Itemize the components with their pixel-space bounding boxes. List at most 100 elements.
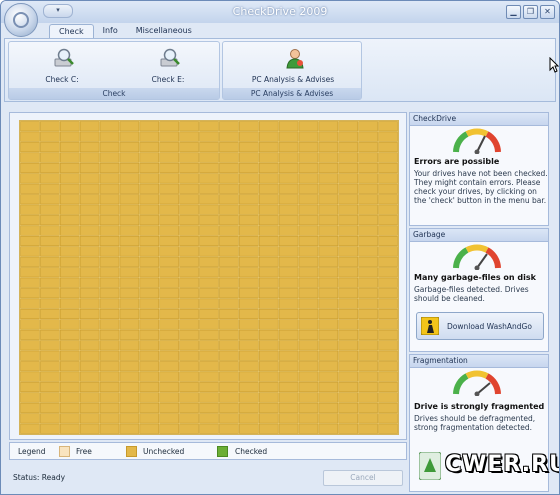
drive-block <box>318 288 339 299</box>
drive-block <box>179 162 199 173</box>
cancel-button[interactable]: Cancel <box>323 470 403 486</box>
drive-block <box>358 340 378 351</box>
drive-block <box>258 236 279 246</box>
drive-block <box>258 298 279 309</box>
drive-block <box>239 350 259 361</box>
drive-block <box>318 423 339 434</box>
restore-button[interactable]: ❐ <box>523 5 538 19</box>
drive-block <box>119 246 140 257</box>
legend-checked-swatch <box>217 446 228 457</box>
drive-block <box>318 298 339 309</box>
pc-analysis-button[interactable]: PC Analysis & Advises <box>248 45 338 89</box>
close-button[interactable]: ✕ <box>540 5 555 19</box>
drive-block <box>60 298 80 309</box>
drive-block <box>119 371 140 382</box>
drive-block <box>278 194 299 205</box>
drive-block <box>199 423 219 434</box>
drive-block <box>159 142 179 153</box>
drive-block <box>60 267 80 278</box>
drive-block <box>20 131 40 142</box>
drive-block <box>179 215 199 226</box>
drive-block <box>219 162 239 173</box>
drive-block <box>79 267 100 278</box>
drive-block <box>239 121 259 132</box>
tab-info[interactable]: Info <box>94 24 127 38</box>
fragmentation-text: Drives should be defragmented, strong fr… <box>414 414 536 432</box>
drive-block <box>338 173 358 184</box>
tab-check[interactable]: Check <box>49 24 94 39</box>
drive-block <box>239 392 259 403</box>
drive-block <box>258 350 279 361</box>
minimize-button[interactable]: ▁ <box>506 5 521 19</box>
drive-block <box>20 423 40 434</box>
drive-block <box>179 319 199 330</box>
drive-block <box>20 350 40 361</box>
ribbon-tabs: Check Info Miscellaneous <box>49 24 201 39</box>
check-e-label: Check E: <box>151 75 185 84</box>
drive-block <box>298 173 319 184</box>
drive-block <box>298 183 319 194</box>
drive-block <box>119 413 140 424</box>
drive-block <box>358 329 378 340</box>
drive-block <box>318 131 339 142</box>
drive-block <box>119 392 140 403</box>
application-menu-button[interactable] <box>4 3 38 37</box>
drive-block <box>179 183 199 194</box>
drive-block <box>119 194 140 205</box>
drive-block <box>40 215 60 226</box>
drive-block <box>298 309 319 319</box>
drive-block <box>258 121 279 132</box>
drive-block <box>278 236 299 246</box>
drive-block <box>60 382 80 393</box>
drive-block <box>358 382 378 393</box>
group-pc-analysis: PC Analysis & Advises PC Analysis & Advi… <box>222 41 362 100</box>
drive-block <box>79 371 100 382</box>
drive-block <box>318 319 339 330</box>
drive-block <box>258 173 279 184</box>
drive-block <box>239 309 259 319</box>
drive-block <box>199 298 219 309</box>
drive-block <box>278 142 299 153</box>
download-washandgo-button[interactable]: Download WashAndGo <box>416 312 544 340</box>
drive-block <box>20 319 40 330</box>
drive-block <box>79 392 100 403</box>
checkdrive-section: CheckDrive Errors are possible Your driv… <box>409 112 549 226</box>
drive-block <box>119 309 140 319</box>
drive-block <box>40 256 60 267</box>
drive-block <box>60 225 80 236</box>
drive-block <box>199 215 219 226</box>
tab-miscellaneous[interactable]: Miscellaneous <box>127 24 201 38</box>
drive-block <box>278 225 299 236</box>
drive-block <box>60 350 80 361</box>
drive-block <box>119 340 140 351</box>
drive-block <box>179 340 199 351</box>
drive-block <box>358 173 378 184</box>
check-e-button[interactable]: Check E: <box>123 45 213 89</box>
drive-block <box>199 371 219 382</box>
drive-block <box>378 361 398 372</box>
drive-block <box>378 309 398 319</box>
drive-block <box>159 225 179 236</box>
drive-block <box>378 225 398 236</box>
drive-block <box>60 236 80 246</box>
drive-block <box>99 121 120 132</box>
drive-block <box>378 350 398 361</box>
group-pc-analysis-label: PC Analysis & Advises <box>223 88 361 99</box>
drive-block <box>358 246 378 257</box>
drive-block <box>60 215 80 226</box>
drive-block <box>298 277 319 288</box>
garbage-title: Many garbage-files on disk <box>414 273 536 282</box>
drive-block <box>298 402 319 413</box>
drive-block <box>20 152 40 163</box>
group-check: Check C: Check E: Check <box>8 41 220 100</box>
drive-block <box>99 382 120 393</box>
drive-block <box>159 319 179 330</box>
drive-block <box>159 152 179 163</box>
check-c-button[interactable]: Check C: <box>17 45 107 89</box>
drive-block <box>378 267 398 278</box>
drive-block <box>219 204 239 215</box>
drive-block <box>199 413 219 424</box>
drive-block <box>139 204 160 215</box>
drive-block <box>159 309 179 319</box>
drive-block <box>199 277 219 288</box>
